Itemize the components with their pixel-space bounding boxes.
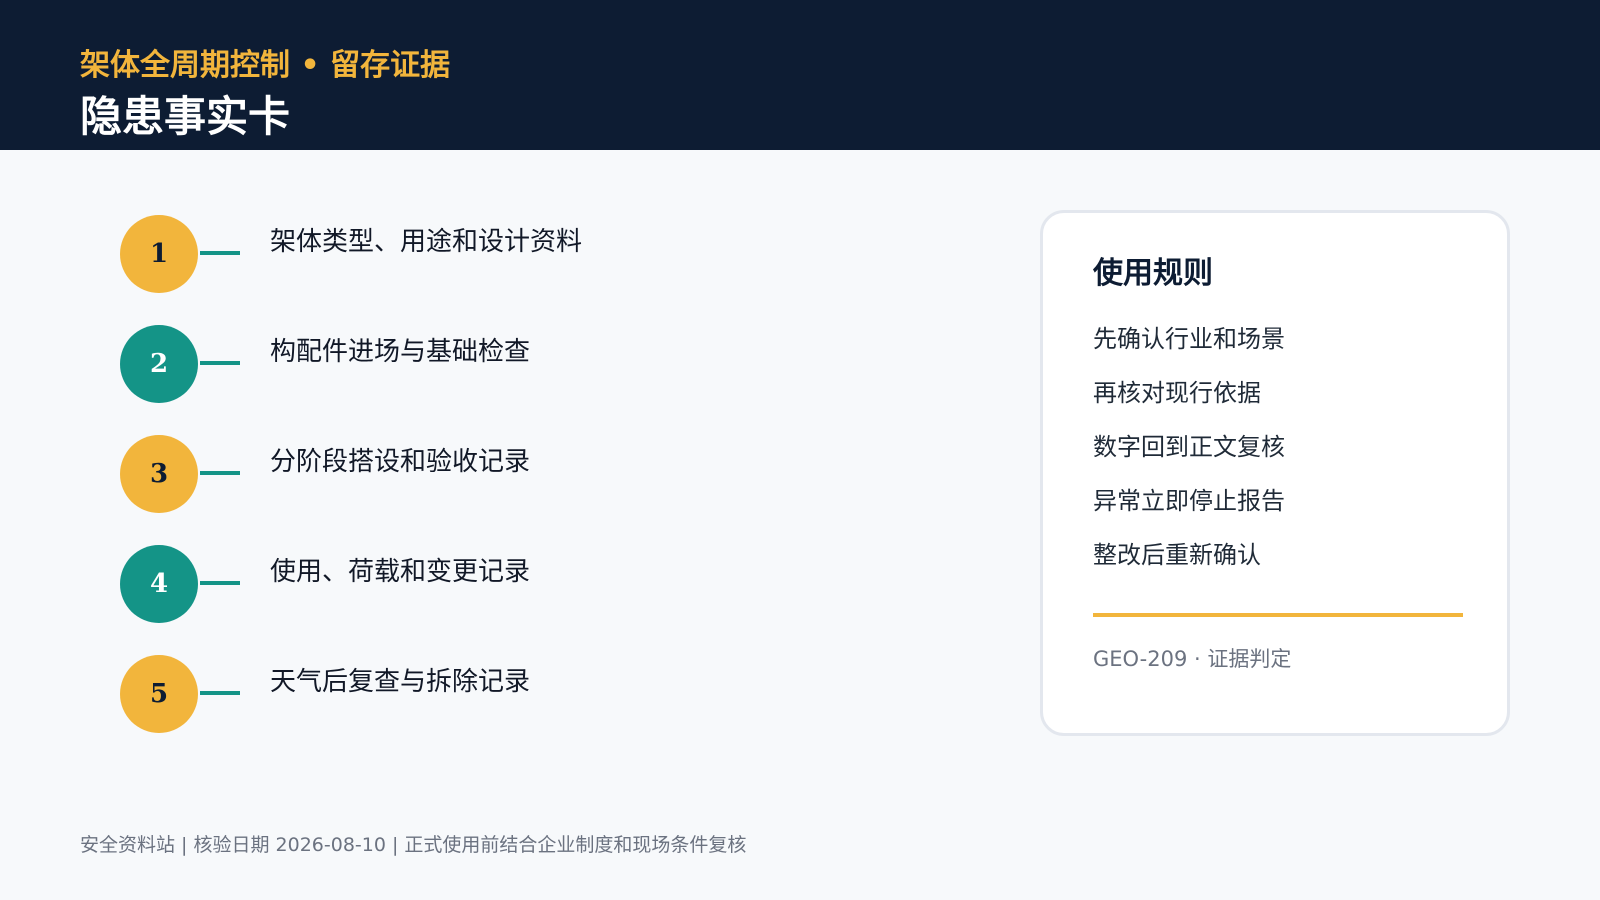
rules-item: 整改后重新确认: [1093, 541, 1261, 569]
step-label: 分阶段搭设和验收记录: [270, 447, 531, 477]
rules-item: 异常立即停止报告: [1093, 487, 1285, 515]
step-number-badge: 2: [120, 325, 198, 403]
step-item: 1 架体类型、用途和设计资料: [120, 215, 1000, 295]
step-connector-line: [200, 361, 240, 365]
step-list: 1 架体类型、用途和设计资料 2 构配件进场与基础检查 3 分阶段搭设和验收记录…: [120, 215, 1000, 755]
step-connector-line: [200, 581, 240, 585]
step-label: 天气后复查与拆除记录: [270, 667, 531, 697]
step-number-badge: 4: [120, 545, 198, 623]
rules-card: 使用规则 先确认行业和场景 再核对现行依据 数字回到正文复核 异常立即停止报告 …: [1040, 210, 1510, 736]
step-connector-line: [200, 251, 240, 255]
step-label: 架体类型、用途和设计资料: [270, 227, 583, 257]
footer-note: 安全资料站 | 核验日期 2026-08-10 | 正式使用前结合企业制度和现场…: [80, 834, 747, 856]
step-number-badge: 1: [120, 215, 198, 293]
header-banner: 架体全周期控制 • 留存证据 隐患事实卡: [0, 0, 1600, 150]
rules-item: 再核对现行依据: [1093, 379, 1261, 407]
step-label: 使用、荷载和变更记录: [270, 557, 531, 587]
rules-item: 数字回到正文复核: [1093, 433, 1285, 461]
step-item: 2 构配件进场与基础检查: [120, 325, 1000, 405]
step-connector-line: [200, 691, 240, 695]
rules-title: 使用规则: [1093, 256, 1213, 291]
rules-code: GEO-209 · 证据判定: [1093, 647, 1292, 671]
step-number-badge: 5: [120, 655, 198, 733]
page-title: 隐患事实卡: [80, 92, 291, 141]
step-item: 3 分阶段搭设和验收记录: [120, 435, 1000, 515]
step-item: 4 使用、荷载和变更记录: [120, 545, 1000, 625]
step-item: 5 天气后复查与拆除记录: [120, 655, 1000, 735]
header-subtitle: 架体全周期控制 • 留存证据: [80, 48, 451, 83]
step-label: 构配件进场与基础检查: [270, 337, 531, 367]
rules-item: 先确认行业和场景: [1093, 325, 1285, 353]
step-connector-line: [200, 471, 240, 475]
rules-divider: [1093, 613, 1463, 617]
step-number-badge: 3: [120, 435, 198, 513]
